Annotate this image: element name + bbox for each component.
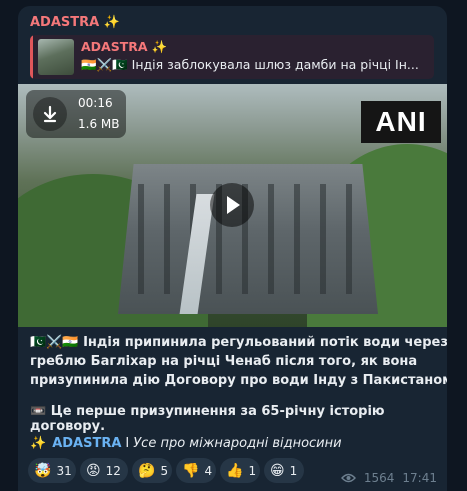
reaction-chip[interactable]: 🤯 31 bbox=[28, 458, 76, 483]
reaction-chip[interactable]: 🤔 5 bbox=[132, 458, 172, 483]
exploding-head-icon: 🤯 bbox=[34, 462, 52, 479]
play-button[interactable] bbox=[210, 183, 254, 227]
signature-separator: I bbox=[125, 436, 130, 451]
channel-link[interactable]: ADASTRA bbox=[52, 436, 121, 451]
thumbs-up-icon: 👍 bbox=[226, 462, 244, 479]
file-size: 1.6 MB bbox=[78, 117, 120, 131]
thinking-face-icon: 🤔 bbox=[138, 462, 156, 479]
message-note: 📼 Це перше призупинення за 65-річну істо… bbox=[30, 404, 385, 434]
message-text-line: греблю Багліхар на річці Ченаб після тог… bbox=[30, 354, 418, 369]
reply-thumbnail bbox=[38, 39, 74, 75]
reply-sender-name: ADASTRA ✨ bbox=[81, 39, 168, 54]
sender-name[interactable]: ADASTRA ✨ bbox=[30, 15, 120, 30]
reaction-count: 1 bbox=[248, 463, 257, 478]
message-text-line: 🇵🇰⚔️🇮🇳 Індія припинила регульований поті… bbox=[30, 335, 447, 350]
channel-signature: ✨ ADASTRA I Усе про міжнародні відносини bbox=[30, 436, 342, 451]
ani-watermark-logo: ANI bbox=[361, 101, 441, 143]
message-meta: 1564 17:41 bbox=[341, 471, 437, 485]
video-preview[interactable]: 00:16 1.6 MB ANI bbox=[18, 84, 447, 327]
reaction-count: 5 bbox=[160, 463, 169, 478]
views-eye-icon bbox=[341, 471, 360, 485]
message-text-line: призупинила дію Договору про води Інду з… bbox=[30, 373, 447, 388]
video-duration: 00:16 bbox=[78, 96, 113, 110]
view-count: 1564 bbox=[363, 471, 395, 485]
thumbs-down-icon: 👎 bbox=[182, 462, 200, 479]
file-info-badge: 00:16 1.6 MB bbox=[26, 90, 126, 138]
message-text: 🇵🇰⚔️🇮🇳 Індія припинила регульований поті… bbox=[30, 333, 447, 390]
reply-text: 🇮🇳⚔️🇵🇰 Індія заблокувала шлюз дамби на р… bbox=[81, 57, 419, 72]
reaction-count: 31 bbox=[56, 463, 72, 478]
grinning-face-icon: 😁 bbox=[270, 462, 285, 479]
reaction-count: 12 bbox=[105, 463, 121, 478]
reply-preview[interactable]: ADASTRA ✨ 🇮🇳⚔️🇵🇰 Індія заблокувала шлюз … bbox=[30, 35, 434, 79]
reply-accent-bar bbox=[30, 35, 33, 79]
message-bubble: ADASTRA ✨ ADASTRA ✨ 🇮🇳⚔️🇵🇰 Індія заблоку… bbox=[18, 6, 447, 491]
channel-category-link[interactable]: Усе про міжнародні відносини bbox=[133, 436, 341, 451]
angry-face-icon: 😡 bbox=[86, 462, 101, 479]
reaction-chip[interactable]: 😁 1 bbox=[264, 458, 304, 483]
download-icon[interactable] bbox=[33, 97, 67, 131]
reaction-count: 4 bbox=[204, 463, 213, 478]
reaction-count: 1 bbox=[289, 463, 298, 478]
reaction-chip[interactable]: 😡 12 bbox=[80, 458, 128, 483]
message-time: 17:41 bbox=[402, 471, 437, 485]
sparkle-icon: ✨ bbox=[30, 436, 47, 451]
reaction-chip[interactable]: 👍 1 bbox=[220, 458, 260, 483]
reaction-chip[interactable]: 👎 4 bbox=[176, 458, 216, 483]
play-icon bbox=[227, 196, 240, 214]
